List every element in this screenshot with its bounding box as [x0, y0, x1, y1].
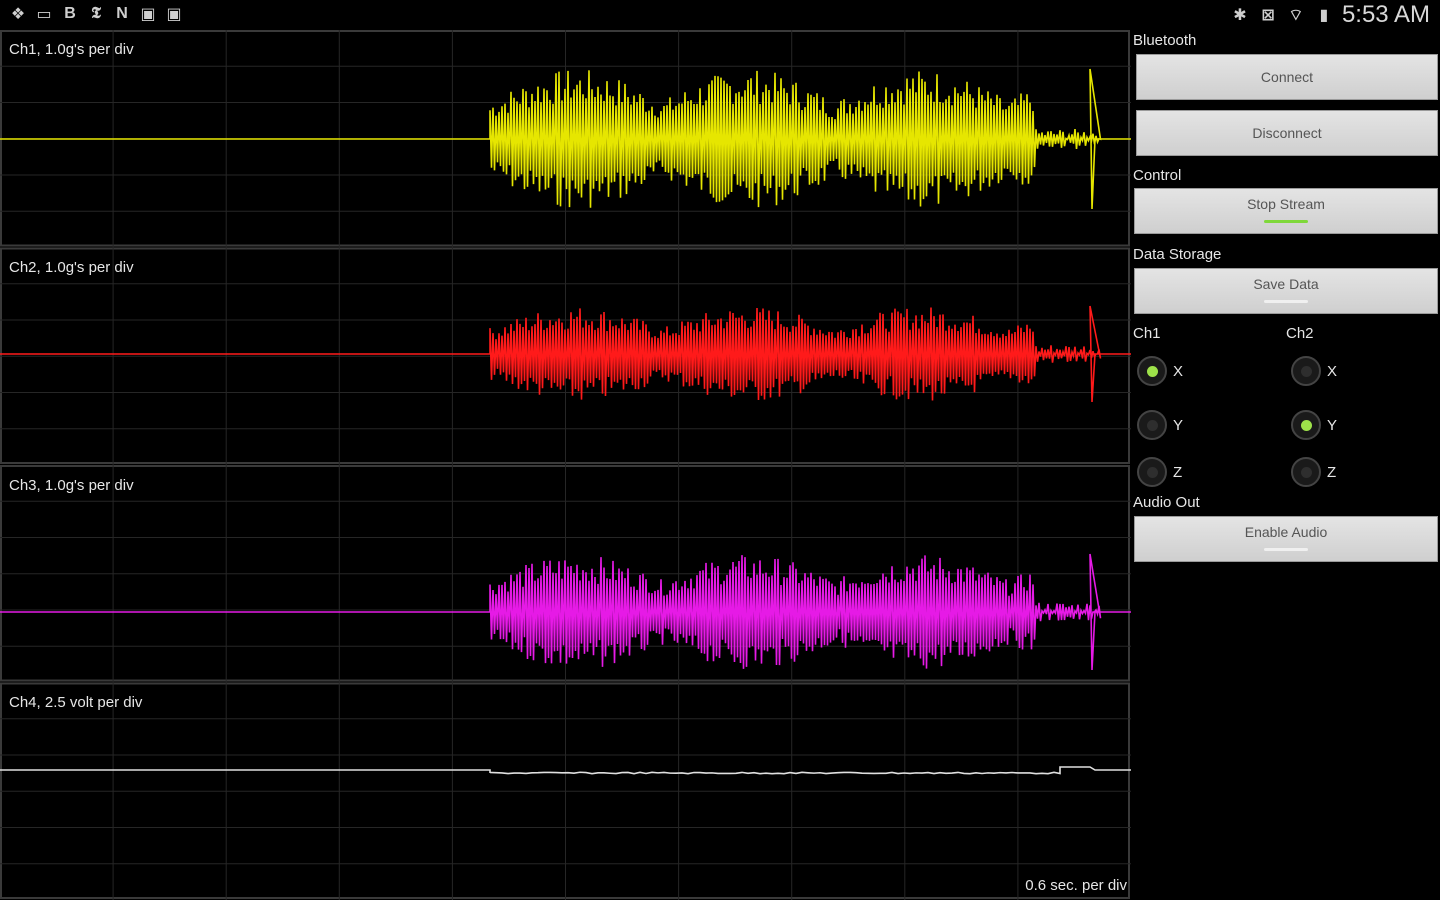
- ch2-radio-z[interactable]: Z: [1291, 457, 1336, 487]
- ch1-radio-y-label: Y: [1173, 416, 1184, 434]
- ch2-radio-y[interactable]: Y: [1291, 410, 1337, 440]
- control-panel: Bluetooth Connect Disconnect Control Sto…: [1131, 30, 1440, 900]
- gallery-icon: ▣: [166, 6, 182, 23]
- screen-icon: ▭: [36, 6, 52, 23]
- ch1-radio-x-label: X: [1173, 362, 1184, 380]
- radio-button[interactable]: [1291, 457, 1321, 487]
- radio-button[interactable]: [1291, 356, 1321, 386]
- ch4-label: Ch4, 2.5 volt per div: [9, 694, 143, 711]
- ch1-radio-z-label: Z: [1173, 463, 1183, 481]
- ch2-radio-x-label: X: [1327, 362, 1338, 380]
- scope-canvas: [0, 30, 1131, 900]
- dropbox-icon: ❖: [10, 6, 26, 23]
- radio-button[interactable]: [1137, 356, 1167, 386]
- radio-button[interactable]: [1291, 410, 1321, 440]
- battery-icon: ▮: [1319, 7, 1329, 24]
- ch3-label: Ch3, 1.0g's per div: [9, 477, 134, 494]
- b-icon: B: [64, 5, 76, 22]
- stop-stream-label: Stop Stream: [1247, 196, 1325, 212]
- bluetooth-heading: Bluetooth: [1133, 32, 1197, 49]
- clock: 5:53 AM: [1341, 1, 1430, 28]
- ch1-radio-x[interactable]: X: [1137, 356, 1183, 386]
- connect-label: Connect: [1260, 69, 1314, 85]
- audio-out-heading: Audio Out: [1133, 494, 1200, 511]
- ch1-heading: Ch1: [1133, 325, 1161, 342]
- audio-indicator: [1264, 548, 1308, 551]
- system-icons: ✱ ⊠ ⌔ ▮ 5:53 AM: [1230, 0, 1430, 30]
- ch2-heading: Ch2: [1286, 325, 1314, 342]
- nyt-icon: 𝕿: [91, 5, 101, 22]
- enable-audio-button[interactable]: Enable Audio: [1134, 516, 1438, 562]
- stop-stream-button[interactable]: Stop Stream: [1134, 188, 1438, 234]
- bluetooth-icon: ✱: [1233, 7, 1247, 24]
- notification-icons: ❖ ▭ B 𝕿 N ▣ ▣: [8, 3, 184, 25]
- ch2-label: Ch2, 1.0g's per div: [9, 259, 134, 276]
- ch1-radio-z[interactable]: Z: [1137, 457, 1182, 487]
- connect-button[interactable]: Connect: [1136, 54, 1438, 100]
- ch1-radio-y[interactable]: Y: [1137, 410, 1183, 440]
- wifi-icon: ⌔: [1288, 7, 1304, 24]
- save-indicator: [1264, 300, 1308, 303]
- radio-button[interactable]: [1137, 457, 1167, 487]
- disconnect-label: Disconnect: [1252, 125, 1322, 141]
- photo-icon: ▣: [140, 6, 156, 23]
- disconnect-button[interactable]: Disconnect: [1136, 110, 1438, 156]
- save-data-label: Save Data: [1253, 276, 1319, 292]
- save-data-button[interactable]: Save Data: [1134, 268, 1438, 314]
- ch1-label: Ch1, 1.0g's per div: [9, 41, 134, 58]
- data-storage-heading: Data Storage: [1133, 246, 1222, 263]
- enable-audio-label: Enable Audio: [1244, 524, 1328, 540]
- n-icon: N: [116, 5, 128, 22]
- ch2-radio-x[interactable]: X: [1291, 356, 1337, 386]
- ch2-radio-z-label: Z: [1327, 463, 1337, 481]
- stream-indicator: [1264, 220, 1308, 223]
- nfc-icon: ⊠: [1261, 7, 1275, 24]
- ch2-radio-y-label: Y: [1327, 416, 1338, 434]
- status-bar: ❖ ▭ B 𝕿 N ▣ ▣ ✱ ⊠ ⌔ ▮ 5:53 AM: [0, 0, 1440, 30]
- control-heading: Control: [1133, 167, 1182, 184]
- timebase-label: 0.6 sec. per div: [1025, 877, 1127, 894]
- oscilloscope-display: Ch1, 1.0g's per div Ch2, 1.0g's per div …: [0, 30, 1131, 900]
- radio-button[interactable]: [1137, 410, 1167, 440]
